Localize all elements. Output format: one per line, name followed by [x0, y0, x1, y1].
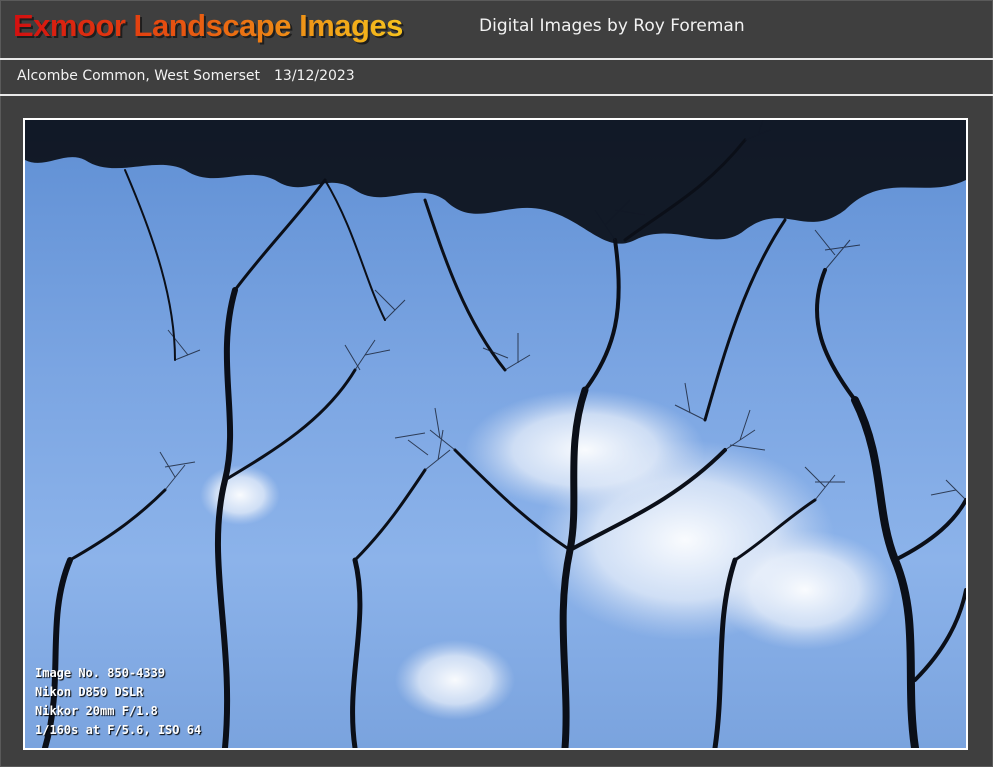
site-title[interactable]: Exmoor Landscape Images: [13, 8, 403, 44]
site-subtitle: Digital Images by Roy Foreman: [479, 16, 745, 36]
exif-image-number: Image No. 850-4339: [35, 666, 166, 680]
exif-exposure: 1/160s at F/5.6, ISO 64: [35, 723, 202, 737]
exif-camera: Nikon D850 DSLR: [35, 685, 144, 699]
header-divider-top: [0, 58, 993, 60]
caption-location: Alcombe Common, West Somerset: [17, 68, 260, 84]
exif-overlay: Image No. 850-4339 Nikon D850 DSLR Nikko…: [35, 664, 201, 740]
site-header: Exmoor Landscape Images Exmoor Landscape…: [0, 0, 993, 58]
caption-date: 13/12/2023: [274, 68, 355, 84]
exif-lens: Nikkor 20mm F/1.8: [35, 704, 158, 718]
tree-canopy-image: [25, 120, 966, 748]
landscape-photo[interactable]: Image No. 850-4339 Nikon D850 DSLR Nikko…: [23, 118, 968, 750]
photo-caption: Alcombe Common, West Somerset 13/12/2023: [17, 68, 355, 84]
header-divider-bottom: [0, 94, 993, 96]
